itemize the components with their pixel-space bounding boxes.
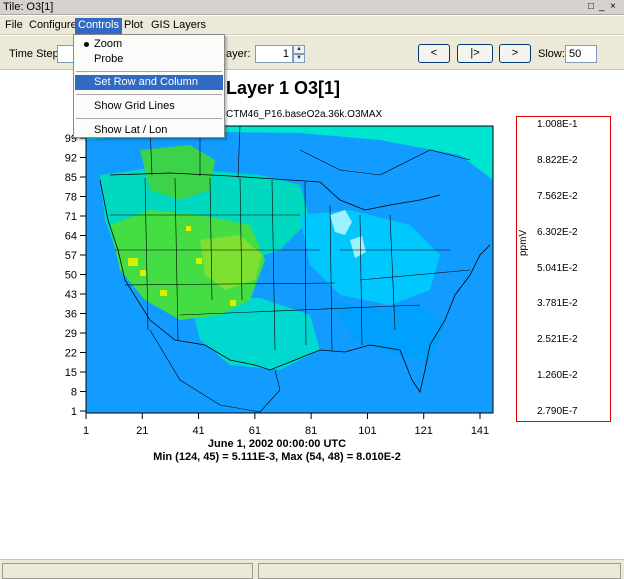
- y-tick-label: 36: [65, 309, 77, 321]
- menu-item-set-row-column-ranges[interactable]: Set Row and Column Ranges: [75, 75, 223, 103]
- plot-minmax: Min (124, 45) = 5.111E-3, Max (54, 48) =…: [153, 451, 401, 463]
- y-tick-label: 29: [65, 328, 77, 340]
- legend-label: 8.822E-2: [537, 155, 578, 166]
- y-tick-label: 71: [65, 211, 77, 223]
- y-tick-label: 8: [71, 387, 77, 399]
- y-tick-label: 22: [65, 348, 77, 360]
- menu-separator: [76, 118, 222, 119]
- y-tick-label: 1: [71, 406, 77, 418]
- controls-menu: Zoom Probe Set Row and Column Ranges Sho…: [73, 34, 225, 138]
- y-tick-label: 85: [65, 172, 77, 184]
- legend-label: 7.562E-2: [537, 191, 578, 202]
- legend-label: 6.302E-2: [537, 227, 578, 238]
- y-tick-label: 43: [65, 289, 77, 301]
- x-axis: 1 21 41 61 81 101 121 141: [83, 413, 489, 437]
- legend-label: 1.008E-1: [537, 119, 578, 130]
- y-tick-label: 57: [65, 250, 77, 262]
- menu-item-show-grid-lines[interactable]: Show Grid Lines: [75, 99, 223, 114]
- plot-subtitle: CTM46_P16.baseO2a.36k.O3MAX: [226, 109, 383, 120]
- menu-separator: [76, 71, 222, 72]
- y-tick-label: 92: [65, 153, 77, 165]
- menu-item-zoom[interactable]: Zoom: [75, 37, 223, 52]
- status-pane-left: [2, 563, 253, 579]
- status-pane-right: [258, 563, 621, 579]
- legend-label: 2.790E-7: [537, 406, 578, 417]
- y-tick-label: 64: [65, 231, 77, 243]
- y-tick-label: 50: [65, 270, 77, 282]
- x-tick-label: 121: [415, 425, 433, 437]
- x-tick-label: 41: [192, 425, 204, 437]
- menu-item-probe[interactable]: Probe: [75, 52, 223, 67]
- x-tick-label: 81: [305, 425, 317, 437]
- plot-date: June 1, 2002 00:00:00 UTC: [207, 438, 347, 450]
- menu-separator: [76, 94, 222, 95]
- status-bar: [0, 559, 624, 579]
- x-tick-label: 141: [471, 425, 489, 437]
- legend-label: 1.260E-2: [537, 370, 578, 381]
- x-tick-label: 101: [358, 425, 376, 437]
- y-axis: 9992857871645750433629221581: [65, 133, 86, 418]
- radio-selected-icon: [84, 42, 89, 47]
- y-tick-label: 78: [65, 192, 77, 204]
- x-tick-label: 61: [249, 425, 261, 437]
- x-tick-label: 21: [136, 425, 148, 437]
- legend-label: 2.521E-2: [537, 334, 578, 345]
- menu-item-show-lat-lon[interactable]: Show Lat / Lon: [75, 123, 223, 138]
- plot-title: Layer 1 O3[1]: [226, 78, 341, 98]
- legend-label: 5.041E-2: [537, 263, 578, 274]
- legend-label: 3.781E-2: [537, 298, 578, 309]
- y-tick-label: 15: [65, 367, 77, 379]
- legend-unit: ppmV: [518, 229, 529, 256]
- x-tick-label: 1: [83, 425, 89, 437]
